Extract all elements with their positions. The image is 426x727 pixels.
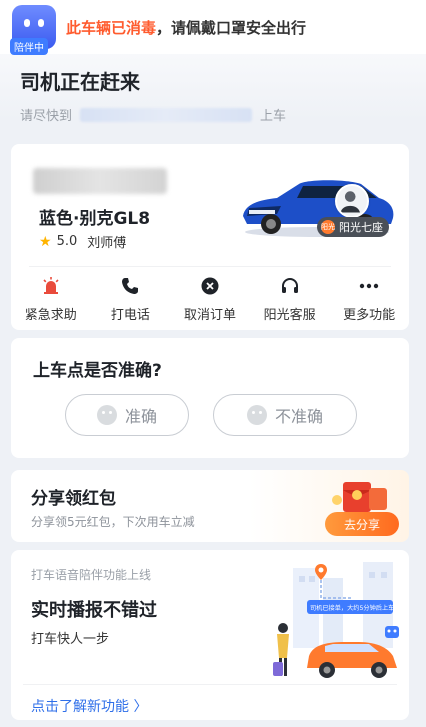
safety-message: 此车辆已消毒，请佩戴口罩安全出行: [66, 17, 306, 38]
rating-value: 5.0: [56, 234, 78, 249]
share-red-packet-card[interactable]: 分享领红包 分享领5元红包，下次用车立减 去分享: [11, 470, 409, 542]
voice-bubble-text: 司机已接单，大约5分钟后上车点: [310, 604, 401, 612]
red-packet-icon: [332, 482, 387, 512]
more-icon: [329, 274, 409, 298]
star-icon: ★: [39, 233, 52, 250]
more-label: 更多功能: [343, 308, 396, 323]
voice-feature-card: 打车语音陪伴功能上线 实时播报不错过 打车快人一步 司机已接单，大约5分钟后上车…: [11, 550, 409, 720]
accurate-label: 准确: [124, 407, 157, 426]
phone-icon: [91, 274, 171, 298]
feature-announcement: 打车语音陪伴功能上线: [31, 568, 152, 582]
trip-status: 司机正在赶来 请尽快到 上车: [0, 54, 426, 124]
feature-title: 实时播报不错过: [31, 600, 157, 621]
cancel-order-label: 取消订单: [183, 308, 236, 323]
inaccurate-label: 不准确: [274, 407, 323, 426]
emergency-label: 紧急求助: [24, 308, 77, 323]
car-type-label: 阳光七座: [339, 221, 383, 234]
companion-badge: 陪伴中: [10, 38, 48, 55]
action-bar: 紧急求助 打电话 取消订单 阳光客服 更多功能: [11, 274, 409, 323]
brand-logo-icon: 阳光: [321, 220, 335, 234]
feature-illustration: 司机已接单，大约5分钟后上车点: [273, 562, 401, 678]
license-plate-redacted: [33, 168, 167, 194]
sad-face-icon: [246, 405, 267, 425]
confirm-title: 上车点是否准确?: [33, 361, 162, 381]
call-button[interactable]: 打电话: [91, 274, 171, 323]
status-title: 司机正在赶来: [20, 70, 140, 94]
disinfected-text: 此车辆已消毒: [66, 18, 157, 37]
mascot-avatar: 陪伴中: [10, 5, 56, 55]
status-sub-suffix: 上车: [260, 109, 287, 124]
share-button[interactable]: 去分享: [325, 512, 399, 536]
emergency-button[interactable]: 紧急求助: [11, 274, 91, 323]
alarm-icon: [11, 274, 91, 298]
car-type-tag: 阳光 阳光七座: [317, 217, 389, 237]
pickup-confirm-card: 上车点是否准确? 准确 不准确: [11, 338, 409, 458]
pickup-address-redacted: [80, 107, 253, 122]
customer-service-label: 阳光客服: [263, 308, 316, 323]
accurate-button[interactable]: 准确: [65, 394, 189, 436]
customer-service-button[interactable]: 阳光客服: [250, 274, 330, 323]
inaccurate-button[interactable]: 不准确: [213, 394, 357, 436]
car-model: 蓝色·别克GL8: [39, 209, 151, 229]
driver-rating: ★ 5.0 刘师傅: [39, 232, 127, 252]
mask-reminder-text: ，请佩戴口罩安全出行: [156, 18, 307, 37]
cancel-order-button[interactable]: 取消订单: [170, 274, 250, 323]
share-subtitle: 分享领5元红包，下次用车立减: [31, 515, 195, 529]
more-button[interactable]: 更多功能: [329, 274, 409, 323]
driver-name: 刘师傅: [87, 236, 127, 251]
status-sub-prefix: 请尽快到: [20, 109, 73, 124]
call-label: 打电话: [110, 308, 150, 323]
safety-banner: 陪伴中 此车辆已消毒，请佩戴口罩安全出行: [0, 0, 426, 55]
neutral-face-icon: [96, 405, 117, 425]
driver-avatar[interactable]: [335, 184, 369, 218]
driver-card: 蓝色·别克GL8 ★ 5.0 刘师傅 阳光 阳光七座 紧急求助 打电话 取消订单…: [11, 144, 409, 330]
divider: [29, 266, 391, 267]
learn-new-feature-link[interactable]: 点击了解新功能 〉: [31, 696, 147, 716]
feature-subtitle: 打车快人一步: [31, 632, 110, 647]
divider: [23, 684, 397, 685]
headset-icon: [250, 274, 330, 298]
share-title: 分享领红包: [31, 489, 116, 509]
status-subtitle: 请尽快到 上车: [20, 105, 406, 124]
cancel-icon: [170, 274, 250, 298]
